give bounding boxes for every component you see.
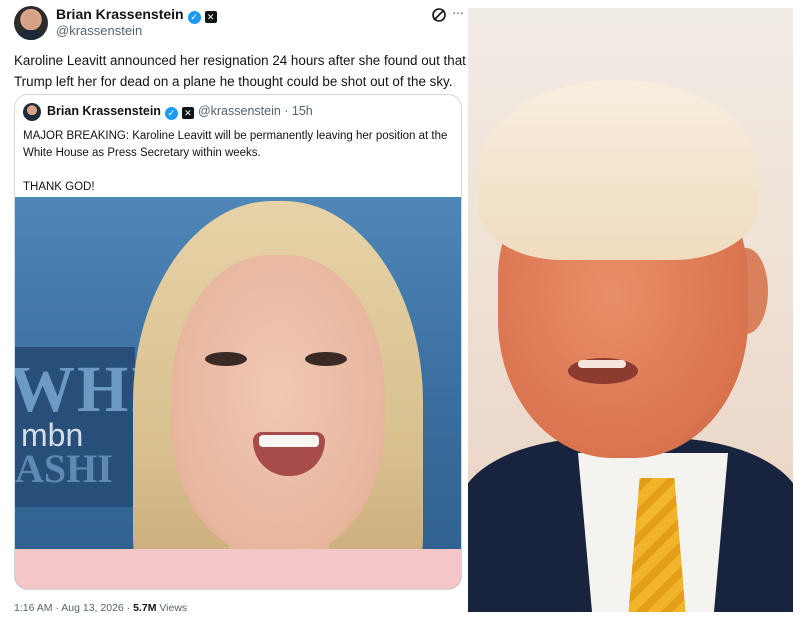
author-name[interactable]: Brian Krassenstein ✓ ✕ <box>56 6 217 24</box>
author-avatar[interactable] <box>14 6 48 40</box>
tweet-panel: Brian Krassenstein ✓ ✕ @krassenstein ··· K… <box>0 0 468 618</box>
subject-eye-left <box>205 352 247 366</box>
quoted-text-line-1: MAJOR BREAKING: Karoline Leavitt will be… <box>23 130 448 142</box>
verified-badge-icon: ✓ <box>187 11 201 24</box>
quoted-tweet-header: Brian Krassenstein ✓ ✕ @krassenstein · 15h <box>47 104 313 120</box>
verified-badge-icon: ✓ <box>164 107 178 120</box>
quoted-tweet[interactable]: Brian Krassenstein ✓ ✕ @krassenstein · 15h … <box>14 94 462 590</box>
author-name-text[interactable]: Brian Krassenstein <box>56 6 184 22</box>
x-logo-icon: ✕ <box>181 107 194 119</box>
more-options-icon[interactable]: ··· <box>452 4 464 20</box>
avatar-face <box>23 12 39 30</box>
quoted-text-line-2: White House as Press Secretary within we… <box>23 147 261 159</box>
subject-face <box>171 255 385 555</box>
subject-clothing <box>15 549 461 589</box>
right-photo <box>468 8 793 612</box>
right-subject-hair <box>478 80 758 260</box>
author-handle[interactable]: @krassenstein <box>56 23 142 38</box>
quoted-handle-time: @krassenstein · 15h <box>197 104 313 118</box>
views-count: 5.7M <box>133 602 157 614</box>
subject-teeth <box>259 435 319 447</box>
avatar-shirt <box>17 30 45 40</box>
tweet-text-line-2: Trump left her for dead on a plane he th… <box>14 74 453 89</box>
tweet-footer: 1:16 AM · Aug 13, 2026 · 5.7M Views <box>14 602 187 614</box>
tweet-text-line-1: Karoline Leavitt announced her resignati… <box>14 53 466 68</box>
grok-icon[interactable] <box>431 7 447 23</box>
quoted-author-name: Brian Krassenstein <box>47 104 161 118</box>
x-logo-icon: ✕ <box>204 11 217 23</box>
views-label: Views <box>159 602 188 614</box>
subject-eye-right <box>305 352 347 366</box>
right-subject-teeth <box>578 360 626 368</box>
quoted-tweet-photo[interactable]: WHI ASHI mbn <box>15 197 461 589</box>
tweet-timestamp[interactable]: 1:16 AM · Aug 13, 2026 · <box>14 602 130 614</box>
photo-watermark: mbn <box>21 417 84 453</box>
quoted-author-avatar <box>23 103 41 121</box>
tweet-text: Karoline Leavitt announced her resignati… <box>14 50 466 92</box>
quoted-text-line-3: THANK GOD! <box>23 181 95 193</box>
